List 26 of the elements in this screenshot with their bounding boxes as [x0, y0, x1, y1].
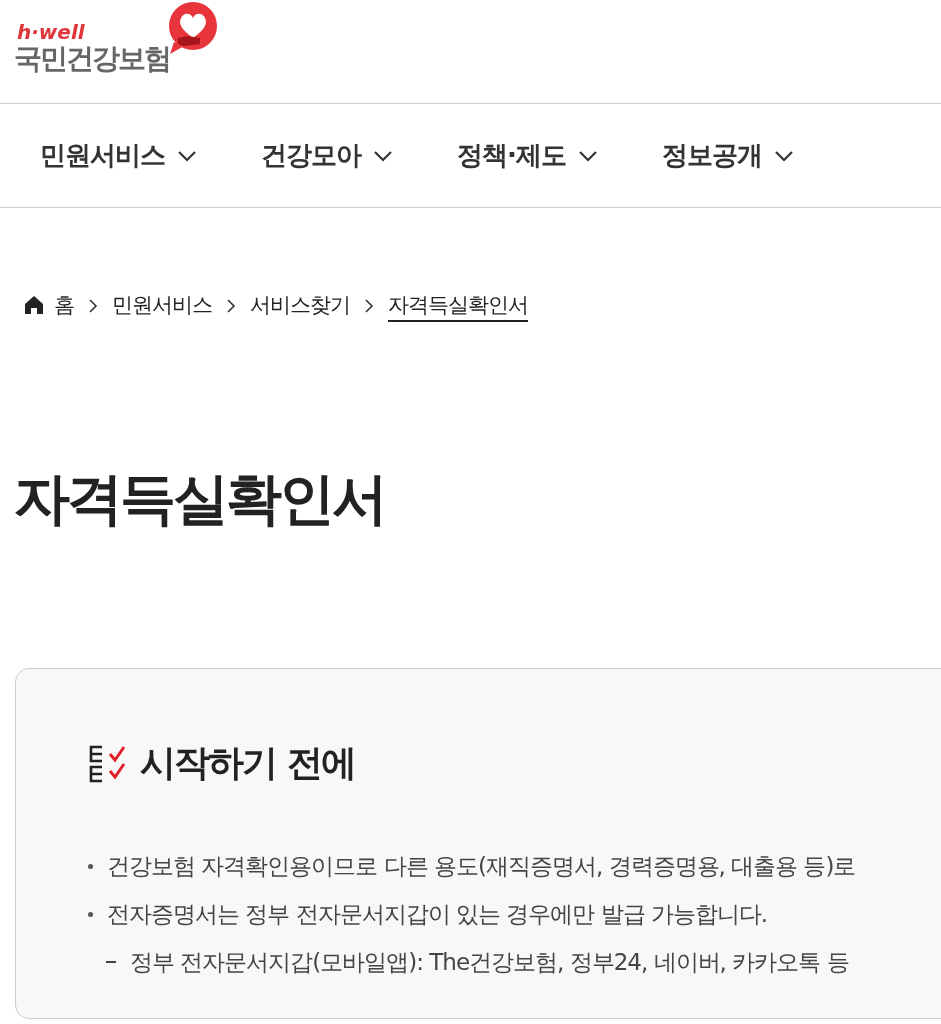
bullet-icon — [88, 863, 93, 869]
bullet-icon — [88, 911, 93, 917]
notice-text: 정부 전자문서지갑(모바일앱): The건강보험, 정부24, 네이버, 카카오톡 등 — [130, 948, 849, 977]
chevron-down-icon — [577, 149, 598, 162]
home-icon — [24, 294, 44, 315]
chevron-down-icon — [373, 149, 393, 162]
breadcrumb-link[interactable]: 민원서비스 — [112, 290, 212, 322]
breadcrumb-link[interactable]: 홈 — [24, 290, 74, 322]
chevron-right-icon — [226, 298, 236, 314]
breadcrumb-link[interactable]: 서비스찾기 — [250, 290, 350, 322]
logo[interactable]: h·well 국민건강보험 — [14, 0, 222, 76]
nav-menu-item[interactable]: 정책·제도 — [457, 138, 598, 173]
dash-icon — [106, 961, 116, 963]
chevron-right-icon — [364, 298, 374, 314]
chevron-right-icon — [88, 298, 98, 314]
nav-menu-item[interactable]: 건강모아 — [261, 138, 393, 173]
nav-menu-item[interactable]: 정보공개 — [661, 138, 794, 173]
breadcrumb-link[interactable]: 자격득실확인서 — [388, 290, 528, 322]
notice-text: 건강보험 자격확인용이므로 다른 용도(재직증명서, 경력증명용, 대출용 등)로 — [107, 852, 856, 881]
notice-text: 전자증명서는 정부 전자문서지갑이 있는 경우에만 발급 가능합니다. — [107, 900, 768, 929]
page-title: 자격득실확인서 — [14, 465, 386, 533]
chevron-down-icon — [177, 149, 197, 162]
checklist-icon — [88, 743, 128, 784]
section-heading: 시작하기 전에 — [140, 741, 355, 785]
chevron-down-icon — [773, 149, 794, 162]
nav-menu-item[interactable]: 민원서비스 — [40, 138, 197, 173]
